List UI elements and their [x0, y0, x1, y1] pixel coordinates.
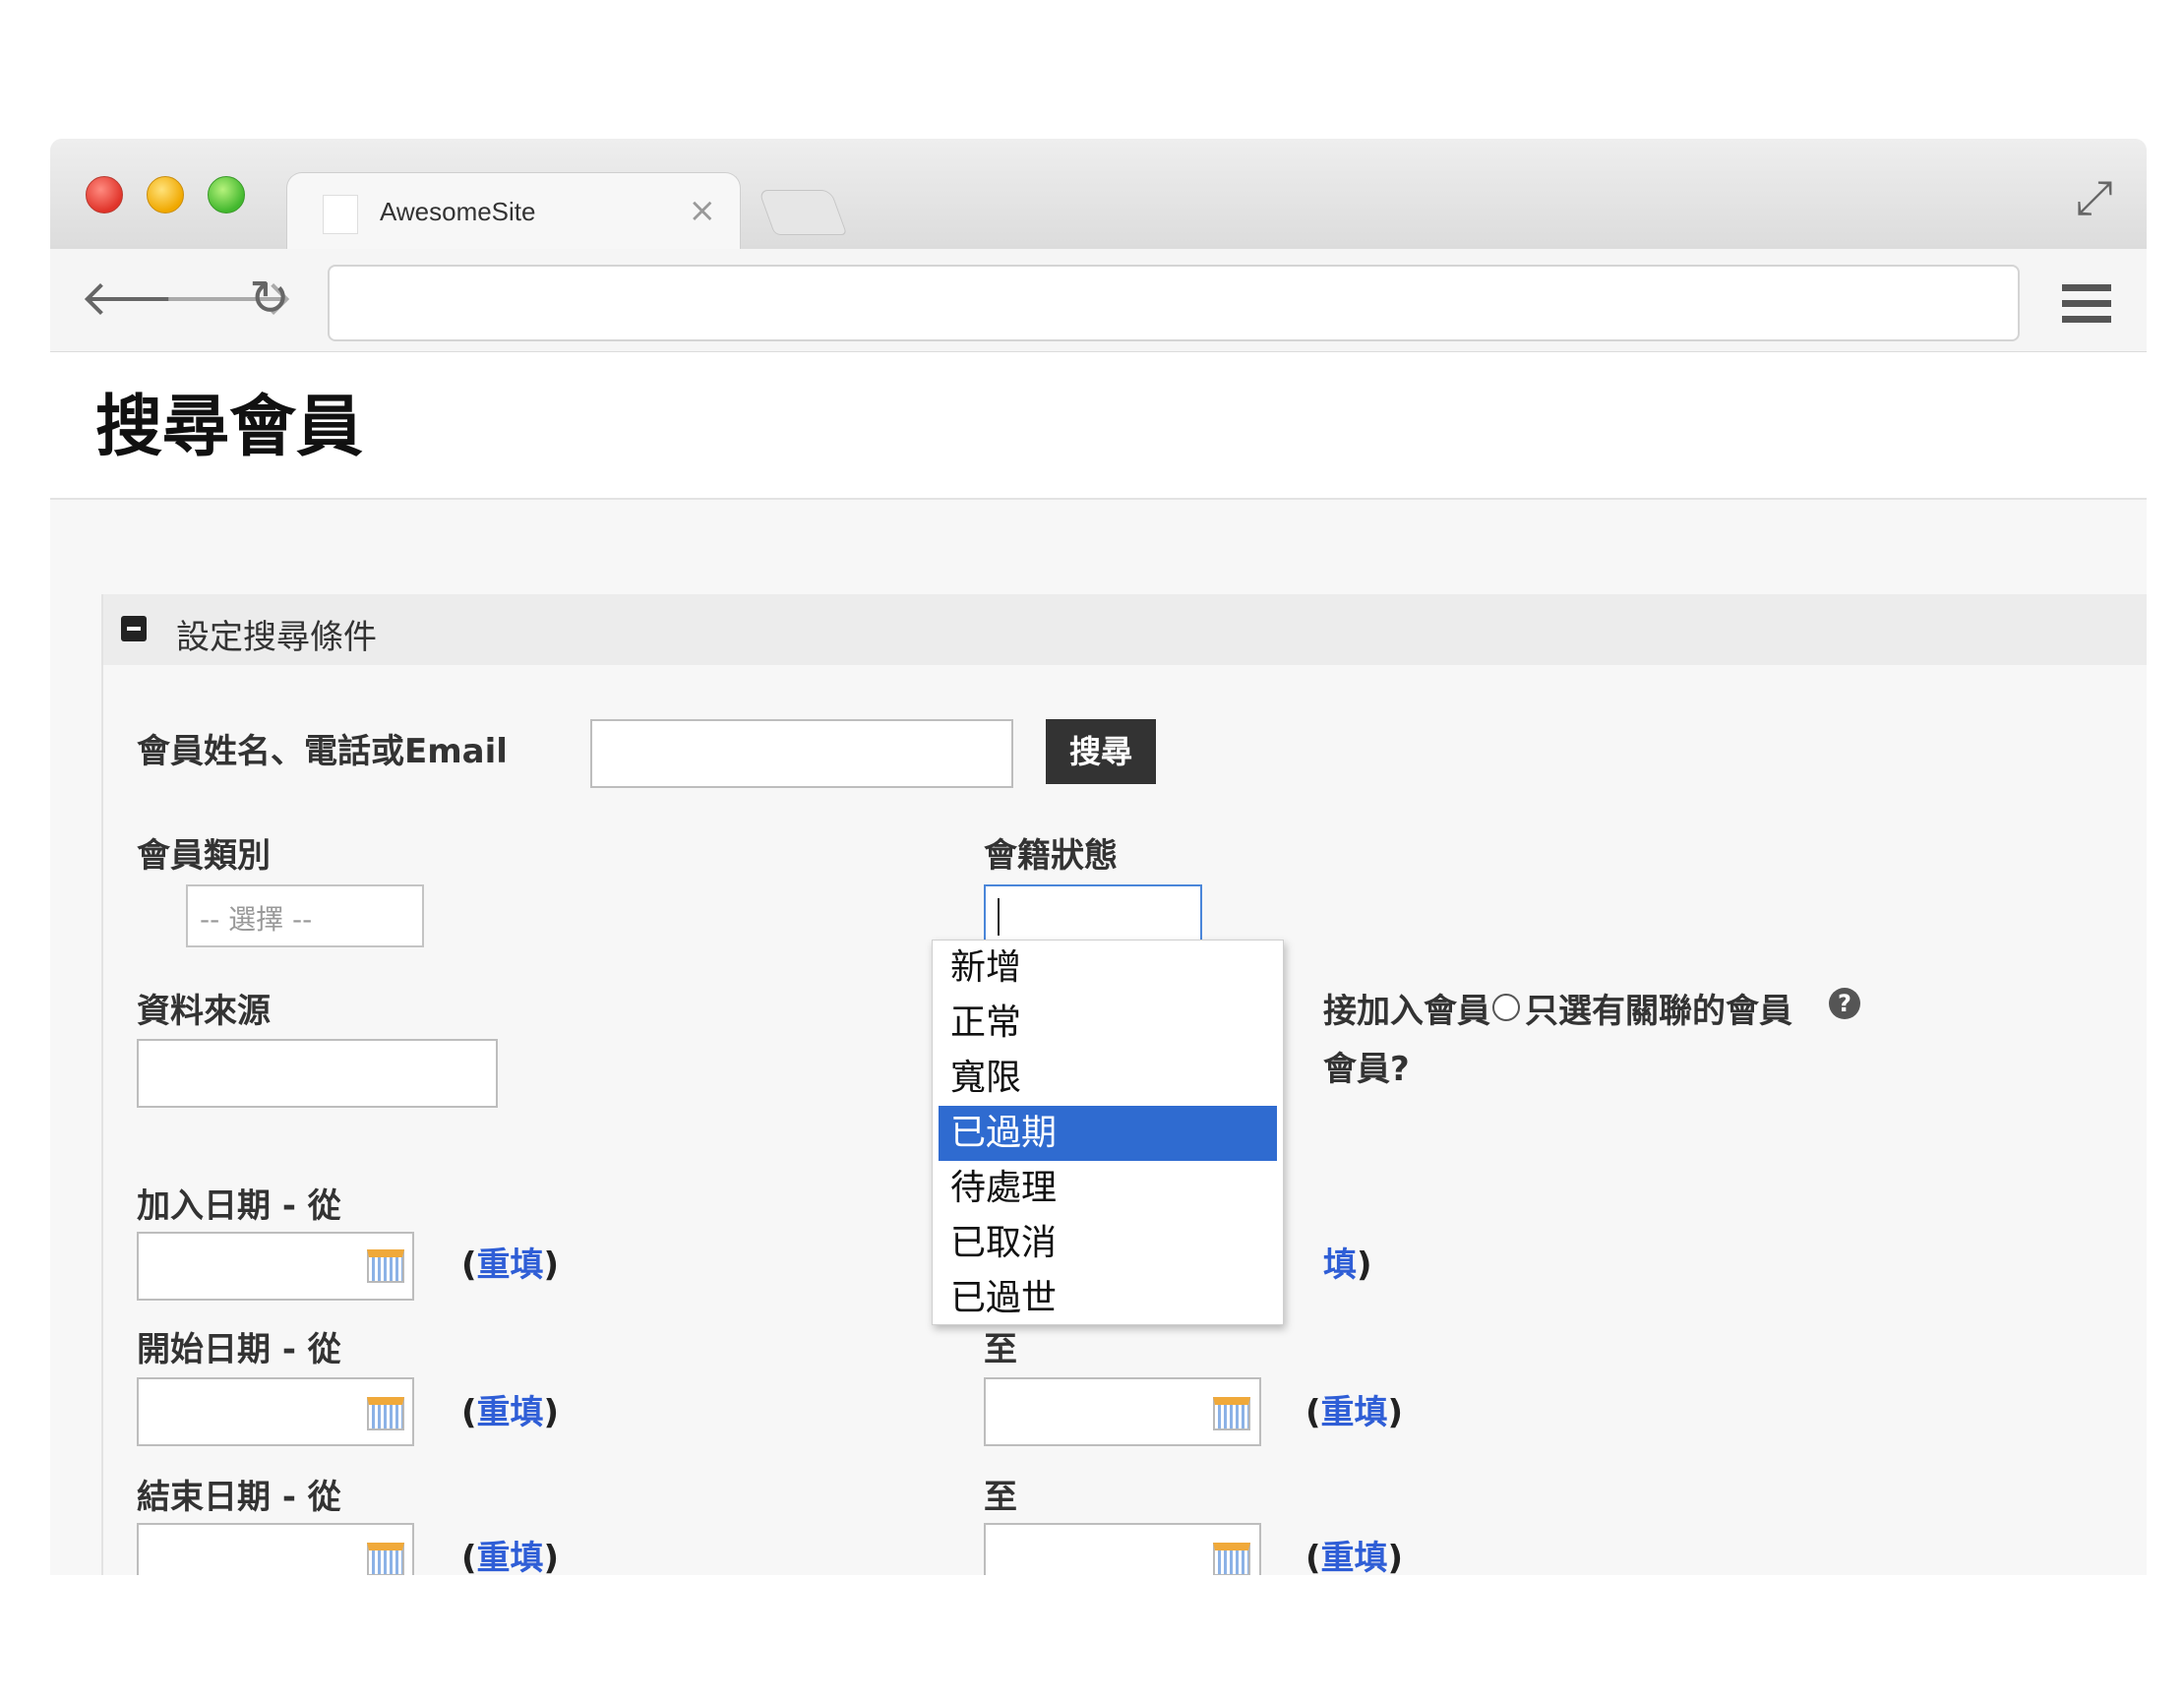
minimize-window-button[interactable]: [147, 176, 184, 213]
zoom-window-button[interactable]: [208, 176, 245, 213]
tab-title: AwesomeSite: [380, 197, 536, 226]
address-bar[interactable]: [328, 265, 2020, 341]
calendar-icon[interactable]: [367, 1249, 404, 1283]
browser-toolbar: 🡐 🡒 ↻: [50, 249, 2147, 352]
search-button[interactable]: 搜尋: [1046, 719, 1156, 784]
related-members-radio[interactable]: [1492, 994, 1520, 1021]
reset-link[interactable]: 重填: [477, 1245, 544, 1285]
fullscreen-icon[interactable]: ⤢: [2076, 170, 2113, 226]
search-label: 會員姓名、電話或Email: [137, 732, 508, 771]
dropdown-option[interactable]: 正常: [933, 996, 1283, 1051]
page-header: 搜尋會員: [50, 352, 2147, 500]
member-question-label: 會員?: [1323, 1050, 1410, 1089]
related-members-label: 只選有關聯的會員: [1525, 992, 1792, 1031]
dropdown-option-highlighted[interactable]: 已過期: [939, 1106, 1277, 1161]
end-date-to-label: 至: [984, 1478, 1017, 1517]
start-date-to-reset[interactable]: (重填): [1305, 1385, 1403, 1433]
join-date-from-label: 加入日期 - 從: [137, 1186, 341, 1226]
join-member-option-label: 接加入會員: [1323, 992, 1490, 1031]
member-type-select[interactable]: -- 選擇 --: [186, 884, 424, 947]
dropdown-option[interactable]: 新增: [933, 941, 1283, 996]
hamburger-menu-icon[interactable]: [2062, 284, 2111, 326]
browser-window: AwesomeSite × ⤢ 🡐 🡒 ↻ 搜尋會員 設定搜尋條件 會員姓名、電…: [50, 139, 2147, 1575]
join-date-from-reset[interactable]: (重填): [461, 1238, 559, 1286]
dropdown-option[interactable]: 已取消: [933, 1216, 1283, 1271]
collapse-icon[interactable]: [121, 616, 147, 641]
reset-link[interactable]: 重填: [477, 1393, 544, 1432]
search-input[interactable]: [590, 719, 1013, 788]
dropdown-option[interactable]: 待處理: [933, 1161, 1283, 1216]
end-date-from-label: 結束日期 - 從: [137, 1478, 341, 1517]
new-tab-button[interactable]: [758, 190, 848, 235]
calendar-icon[interactable]: [1213, 1543, 1250, 1575]
join-date-to-reset[interactable]: 填): [1323, 1238, 1372, 1286]
reset-link[interactable]: 填: [1323, 1245, 1357, 1285]
calendar-icon[interactable]: [367, 1543, 404, 1575]
page-icon: [323, 195, 358, 234]
title-bar: AwesomeSite × ⤢: [50, 139, 2147, 252]
calendar-icon[interactable]: [367, 1397, 404, 1430]
close-window-button[interactable]: [86, 176, 123, 213]
start-date-to-label: 至: [984, 1330, 1017, 1369]
start-date-from-reset[interactable]: (重填): [461, 1385, 559, 1433]
reset-link[interactable]: 重填: [477, 1539, 544, 1575]
dropdown-option[interactable]: 已過世: [933, 1271, 1283, 1326]
start-date-from-label: 開始日期 - 從: [137, 1330, 341, 1369]
help-icon[interactable]: ?: [1829, 988, 1860, 1019]
browser-tab[interactable]: AwesomeSite ×: [286, 172, 741, 252]
panel-header[interactable]: 設定搜尋條件: [103, 594, 2147, 665]
dropdown-option[interactable]: 寬限: [933, 1051, 1283, 1106]
member-type-label: 會員類別: [137, 836, 271, 876]
membership-status-dropdown[interactable]: 新增 正常 寬限 已過期 待處理 已取消 已過世: [932, 940, 1284, 1325]
panel-title: 設定搜尋條件: [176, 618, 377, 657]
data-source-label: 資料來源: [137, 992, 271, 1031]
reset-link[interactable]: 重填: [1321, 1393, 1388, 1432]
reset-link[interactable]: 重填: [1321, 1539, 1388, 1575]
tab-close-icon[interactable]: ×: [689, 191, 717, 230]
calendar-icon[interactable]: [1213, 1397, 1250, 1430]
end-date-from-reset[interactable]: (重填): [461, 1531, 559, 1575]
membership-status-label: 會籍狀態: [984, 836, 1118, 876]
membership-status-input[interactable]: [984, 884, 1202, 947]
page-title: 搜尋會員: [95, 389, 364, 466]
text-caret: [998, 898, 1000, 936]
end-date-to-reset[interactable]: (重填): [1305, 1531, 1403, 1575]
reload-icon[interactable]: ↻: [249, 271, 290, 326]
data-source-input[interactable]: [137, 1039, 498, 1108]
